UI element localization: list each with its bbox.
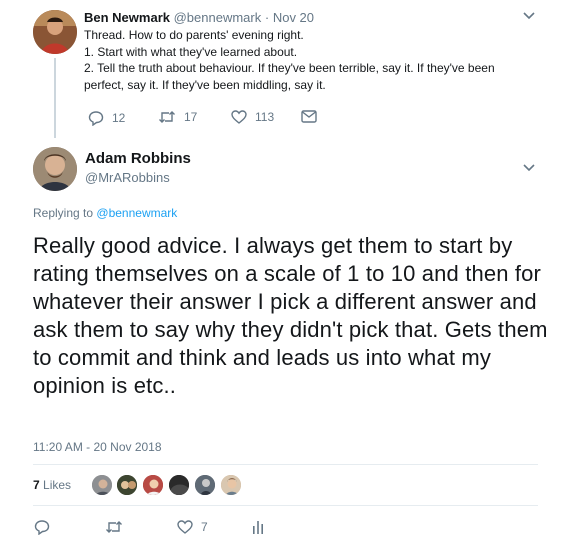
retweet-button[interactable]: 17 <box>158 110 197 124</box>
author-handle[interactable]: @MrARobbins <box>85 170 170 185</box>
tweet-line: 1. Start with what they've learned about… <box>84 44 298 59</box>
tweet-text: Really good advice. I always get them to… <box>33 233 548 398</box>
retweet-button[interactable] <box>105 520 123 534</box>
analytics-button[interactable] <box>252 520 264 534</box>
author-name[interactable]: Ben Newmark <box>84 10 170 25</box>
likes-count[interactable]: 7 Likes <box>33 478 71 492</box>
parent-tweet[interactable]: Ben Newmark @bennewmark · Nov 20 Thread.… <box>0 0 564 140</box>
tweet-line: perfect, say it. If they've been middlin… <box>84 77 326 92</box>
reply-count: 12 <box>112 111 126 125</box>
reply-button[interactable]: 12 <box>88 110 125 126</box>
like-button[interactable]: 113 <box>231 110 274 124</box>
thread-line <box>54 58 56 138</box>
retweet-count: 17 <box>184 110 198 124</box>
tweet-line: 2. Tell the truth about behaviour. If th… <box>84 61 495 75</box>
replying-to-link[interactable]: @bennewmark <box>96 206 177 220</box>
direct-message-button[interactable] <box>301 110 317 123</box>
tweet-date[interactable]: Nov 20 <box>273 10 314 25</box>
tweet-timestamp[interactable]: 11:20 AM - 20 Nov 2018 <box>33 440 162 454</box>
likes-label: Likes <box>43 478 72 492</box>
liker-avatar[interactable] <box>168 474 190 496</box>
like-count: 7 <box>201 520 208 534</box>
liker-avatar[interactable] <box>116 474 138 496</box>
author-name[interactable]: Adam Robbins <box>85 150 191 167</box>
reply-button[interactable] <box>34 519 50 535</box>
separator: · <box>264 10 270 25</box>
liker-avatar[interactable] <box>194 474 216 496</box>
liker-avatar[interactable] <box>142 474 164 496</box>
replying-prefix: Replying to <box>33 206 94 220</box>
retweet-icon <box>105 520 123 534</box>
avatar[interactable] <box>33 147 77 191</box>
heart-icon <box>231 110 247 124</box>
like-count: 113 <box>255 110 275 124</box>
liker-avatar[interactable] <box>220 474 242 496</box>
replying-to: Replying to @bennewmark <box>33 206 177 220</box>
chevron-down-icon[interactable] <box>522 160 536 176</box>
reply-icon <box>34 519 50 535</box>
parent-header: Ben Newmark @bennewmark · Nov 20 <box>84 10 544 26</box>
like-button[interactable]: 7 <box>177 520 208 534</box>
retweet-icon <box>158 110 176 124</box>
divider <box>33 464 538 465</box>
tweet-actions: 7 <box>0 517 564 539</box>
likes-number: 7 <box>33 478 40 492</box>
bar-chart-icon <box>252 520 264 534</box>
liker-avatar[interactable] <box>91 474 113 496</box>
tweet-text: Thread. How to do parents' evening right… <box>84 27 544 93</box>
reply-icon <box>88 110 104 126</box>
tweet-line: Thread. How to do parents' evening right… <box>84 28 304 42</box>
divider <box>33 505 538 506</box>
envelope-icon <box>301 110 317 123</box>
chevron-down-icon[interactable] <box>522 8 536 24</box>
heart-icon <box>177 520 193 534</box>
avatar[interactable] <box>33 10 77 54</box>
author-handle[interactable]: @bennewmark <box>174 10 262 25</box>
